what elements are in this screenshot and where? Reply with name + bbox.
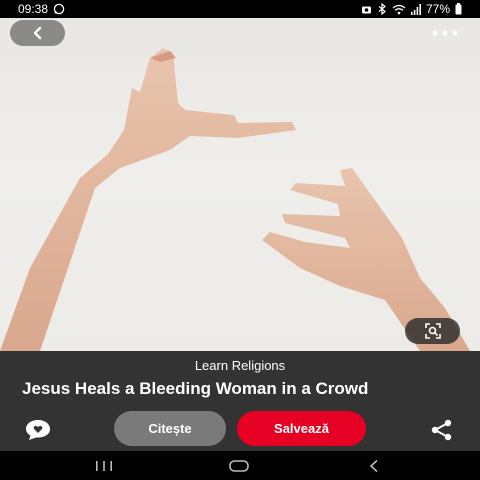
recent-apps-icon	[96, 461, 112, 471]
signal-icon	[410, 3, 421, 15]
back-nav-button[interactable]	[359, 458, 389, 474]
left-hand	[0, 48, 296, 351]
lens-icon	[424, 323, 441, 339]
battery-icon	[455, 3, 462, 15]
chevron-left-icon	[33, 26, 41, 40]
clock: 09:38	[18, 2, 49, 16]
share-icon	[431, 419, 452, 441]
save-button[interactable]: Salvează	[237, 411, 366, 446]
read-button[interactable]: Citește	[114, 411, 226, 446]
pin-title: Jesus Heals a Bleeding Woman in a Crowd	[22, 379, 369, 398]
pin-source[interactable]: Learn Religions	[0, 358, 480, 373]
status-bar: 09:38 77%	[0, 0, 480, 18]
bluetooth-icon	[377, 3, 387, 15]
share-button[interactable]	[428, 418, 456, 442]
home-button[interactable]	[224, 458, 254, 474]
whatsapp-icon	[53, 3, 65, 15]
status-right: 77%	[361, 2, 462, 16]
wifi-icon	[392, 4, 406, 15]
comment-icon	[26, 420, 50, 440]
comment-button[interactable]	[24, 419, 52, 441]
status-left: 09:38	[18, 2, 65, 16]
more-horizontal-icon	[432, 30, 458, 36]
two-hands-illustration	[0, 48, 470, 351]
pin-title-container: Jesus Heals a Bleeding Woman in a Crowd	[22, 378, 462, 406]
camera-icon	[361, 4, 372, 15]
recent-apps-button[interactable]	[89, 458, 119, 474]
back-button[interactable]	[10, 20, 65, 46]
back-icon	[369, 459, 378, 473]
pin-image[interactable]	[0, 18, 480, 351]
system-nav-bar	[0, 451, 480, 480]
more-options-button[interactable]	[430, 25, 460, 41]
home-icon	[229, 460, 249, 472]
visual-search-button[interactable]	[405, 318, 460, 344]
battery-level: 77%	[425, 2, 450, 16]
